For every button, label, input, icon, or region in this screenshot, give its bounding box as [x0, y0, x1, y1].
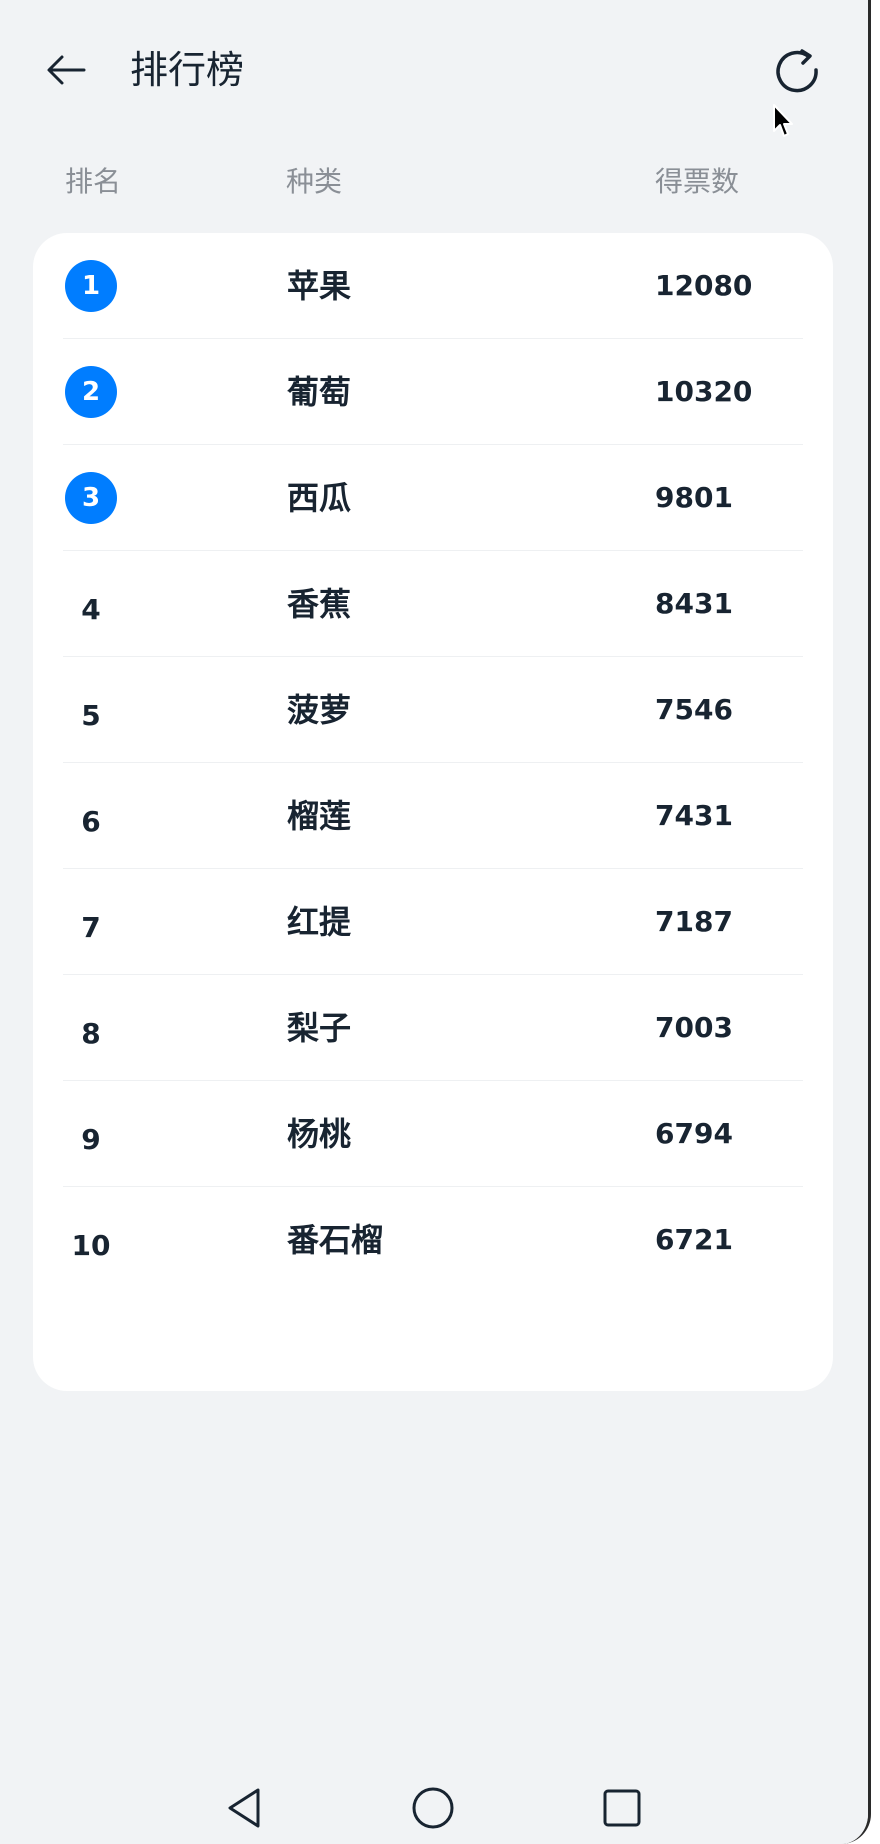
nav-back-button[interactable]	[214, 1786, 274, 1844]
fruit-name: 香蕉	[287, 585, 352, 623]
column-header-rank: 排名	[65, 165, 122, 198]
vote-count: 8431	[655, 587, 733, 620]
list-item[interactable]: 2 葡萄 10320	[63, 339, 803, 445]
vote-count: 7187	[655, 905, 733, 938]
fruit-name: 梨子	[287, 1009, 352, 1047]
vote-count: 12080	[655, 269, 753, 302]
ranking-list: 1 苹果 12080 2 葡萄 10320 3 西瓜 9801 4 香蕉 843…	[33, 233, 833, 1391]
list-item[interactable]: 5 菠萝 7546	[63, 657, 803, 763]
rank-number: 8	[81, 1017, 101, 1050]
circle-home-icon	[412, 1787, 454, 1829]
list-item[interactable]: 7 红提 7187	[63, 869, 803, 975]
fruit-name: 葡萄	[287, 373, 352, 411]
list-item[interactable]: 4 香蕉 8431	[63, 551, 803, 657]
vote-count: 7003	[655, 1011, 733, 1044]
fruit-name: 榴莲	[287, 797, 352, 835]
column-headers: 排名 种类 得票数	[0, 160, 868, 204]
column-header-votes: 得票数	[655, 165, 740, 198]
list-item[interactable]: 6 榴莲 7431	[63, 763, 803, 869]
refresh-button[interactable]	[770, 44, 826, 100]
fruit-name: 红提	[287, 903, 352, 941]
fruit-name: 苹果	[287, 267, 352, 305]
vote-count: 10320	[655, 375, 753, 408]
rank-number: 6	[81, 805, 101, 838]
app-screen: 排行榜 排名 种类 得票数 1 苹果 12080 2 葡萄 10320 3 西瓜…	[0, 0, 871, 1844]
system-navigation-bar	[0, 1780, 868, 1844]
rank-number: 4	[81, 593, 101, 626]
vote-count: 9801	[655, 481, 733, 514]
list-item[interactable]: 3 西瓜 9801	[63, 445, 803, 551]
header: 排行榜	[0, 0, 868, 140]
list-item[interactable]: 1 苹果 12080	[63, 233, 803, 339]
fruit-name: 番石榴	[287, 1221, 384, 1259]
rank-badge: 1	[65, 260, 117, 312]
mouse-cursor-icon	[773, 104, 793, 137]
list-item[interactable]: 10 番石榴 6721	[63, 1187, 803, 1293]
fruit-name: 西瓜	[287, 479, 352, 517]
fruit-name: 杨桃	[287, 1115, 352, 1153]
arrow-left-icon	[47, 55, 86, 85]
vote-count: 6721	[655, 1223, 733, 1256]
rank-number: 9	[81, 1123, 101, 1156]
column-header-type: 种类	[286, 165, 343, 198]
list-item[interactable]: 9 杨桃 6794	[63, 1081, 803, 1187]
rank-number: 10	[71, 1229, 111, 1262]
rank-badge: 2	[65, 366, 117, 418]
refresh-icon	[776, 49, 818, 93]
nav-home-button[interactable]	[403, 1786, 463, 1844]
vote-count: 7431	[655, 799, 733, 832]
vote-count: 6794	[655, 1117, 733, 1150]
back-button[interactable]	[40, 44, 92, 96]
triangle-back-icon	[228, 1788, 260, 1828]
rank-badge: 3	[65, 472, 117, 524]
vote-count: 7546	[655, 693, 733, 726]
rank-number: 7	[81, 911, 101, 944]
square-recents-icon	[603, 1789, 641, 1827]
fruit-name: 菠萝	[287, 691, 352, 729]
nav-recents-button[interactable]	[592, 1786, 652, 1844]
list-item[interactable]: 8 梨子 7003	[63, 975, 803, 1081]
page-title: 排行榜	[130, 48, 245, 92]
rank-number: 5	[81, 699, 101, 732]
